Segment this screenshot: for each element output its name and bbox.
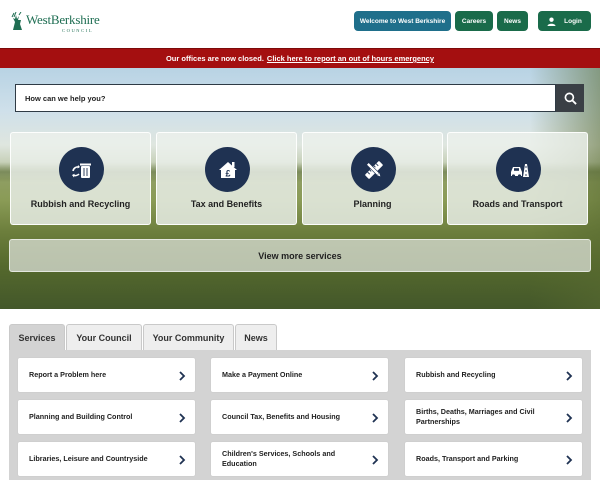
site-header: WestBerkshire COUNCIL Welcome to West Be…: [0, 0, 600, 48]
deer-logo-icon: [11, 12, 22, 30]
search-icon: [564, 92, 577, 105]
card-icon-circle: [496, 147, 541, 192]
service-link[interactable]: Roads, Transport and Parking: [404, 441, 583, 477]
service-link-label: Council Tax, Benefits and Housing: [222, 412, 341, 421]
card-label: Rubbish and Recycling: [30, 199, 131, 209]
card-roads-transport[interactable]: Roads and Transport: [447, 132, 588, 225]
user-icon: [547, 17, 556, 26]
service-link[interactable]: Rubbish and Recycling: [404, 357, 583, 393]
chevron-right-icon: [179, 371, 186, 381]
welcome-button-label: Welcome to West Berkshire: [359, 17, 446, 25]
card-label: Roads and Transport: [472, 199, 563, 209]
card-tax-benefits[interactable]: £ Tax and Benefits: [156, 132, 297, 225]
card-rubbish-recycling[interactable]: Rubbish and Recycling: [10, 132, 151, 225]
chevron-right-icon: [179, 413, 186, 423]
service-link[interactable]: Make a Payment Online: [210, 357, 389, 393]
west-berkshire-logo[interactable]: WestBerkshire COUNCIL: [10, 10, 110, 38]
tab-your-community[interactable]: Your Community: [143, 324, 234, 350]
search-input[interactable]: [15, 84, 556, 112]
tab-news[interactable]: News: [235, 324, 277, 350]
service-link-label: Libraries, Leisure and Countryside: [29, 454, 148, 463]
chevron-right-icon: [372, 413, 379, 423]
chevron-right-icon: [372, 455, 379, 465]
chevron-right-icon: [179, 455, 186, 465]
alert-text: Our offices are now closed.: [165, 54, 264, 63]
careers-button[interactable]: Careers: [455, 11, 493, 31]
service-link-label: Make a Payment Online: [222, 370, 303, 379]
service-link[interactable]: Libraries, Leisure and Countryside: [17, 441, 196, 477]
careers-button-label: Careers: [461, 17, 487, 25]
view-more-services-button[interactable]: View more services: [9, 239, 591, 272]
service-link[interactable]: Report a Problem here: [17, 357, 196, 393]
chevron-right-icon: [566, 413, 573, 423]
service-link[interactable]: Planning and Building Control: [17, 399, 196, 435]
search-button[interactable]: [556, 84, 584, 112]
chevron-right-icon: [566, 455, 573, 465]
office-closed-alert: Our offices are now closed. Click here t…: [0, 48, 600, 68]
service-link-label: Planning and Building Control: [29, 412, 133, 421]
car-road-icon: [510, 163, 529, 178]
service-link-label: Rubbish and Recycling: [416, 370, 496, 379]
card-icon-circle: [351, 147, 396, 192]
house-pound-icon: £: [218, 161, 237, 178]
service-link-label: Births, Deaths, Marriages and Civil Part…: [416, 407, 535, 426]
search-bar: [15, 84, 584, 112]
service-link[interactable]: Births, Deaths, Marriages and Civil Part…: [404, 399, 583, 435]
emergency-link[interactable]: Click here to report an out of hours eme…: [267, 54, 434, 63]
chevron-right-icon: [566, 371, 573, 381]
news-button-label: News: [504, 17, 521, 25]
card-label: Tax and Benefits: [190, 199, 263, 209]
card-planning[interactable]: Planning: [302, 132, 443, 225]
welcome-button[interactable]: Welcome to West Berkshire: [354, 11, 451, 31]
hero-banner: Rubbish and Recycling £ Tax and Benefits: [0, 68, 600, 309]
chevron-right-icon: [372, 371, 379, 381]
card-label: Planning: [353, 199, 392, 209]
logo-subtext: COUNCIL: [62, 28, 94, 33]
news-button[interactable]: News: [497, 11, 528, 31]
tab-your-council[interactable]: Your Council: [66, 324, 142, 350]
recycling-bin-icon: [71, 163, 91, 178]
pencil-ruler-icon: [364, 160, 383, 179]
card-icon-circle: £: [205, 147, 250, 192]
svg-text:£: £: [225, 168, 230, 178]
service-link[interactable]: Children's Services, Schools and Educati…: [210, 441, 389, 477]
login-button[interactable]: Login: [538, 11, 591, 31]
logo-text: WestBerkshire: [26, 12, 100, 27]
login-button-label: Login: [564, 17, 582, 25]
service-link-label: Roads, Transport and Parking: [416, 454, 519, 463]
services-panel: Report a Problem here Make a Payment Onl…: [9, 350, 591, 480]
card-icon-circle: [59, 147, 104, 192]
service-link-label: Report a Problem here: [29, 370, 107, 379]
tab-services[interactable]: Services: [9, 324, 65, 350]
service-link-label: Children's Services, Schools and Educati…: [222, 449, 336, 468]
service-link[interactable]: Council Tax, Benefits and Housing: [210, 399, 389, 435]
